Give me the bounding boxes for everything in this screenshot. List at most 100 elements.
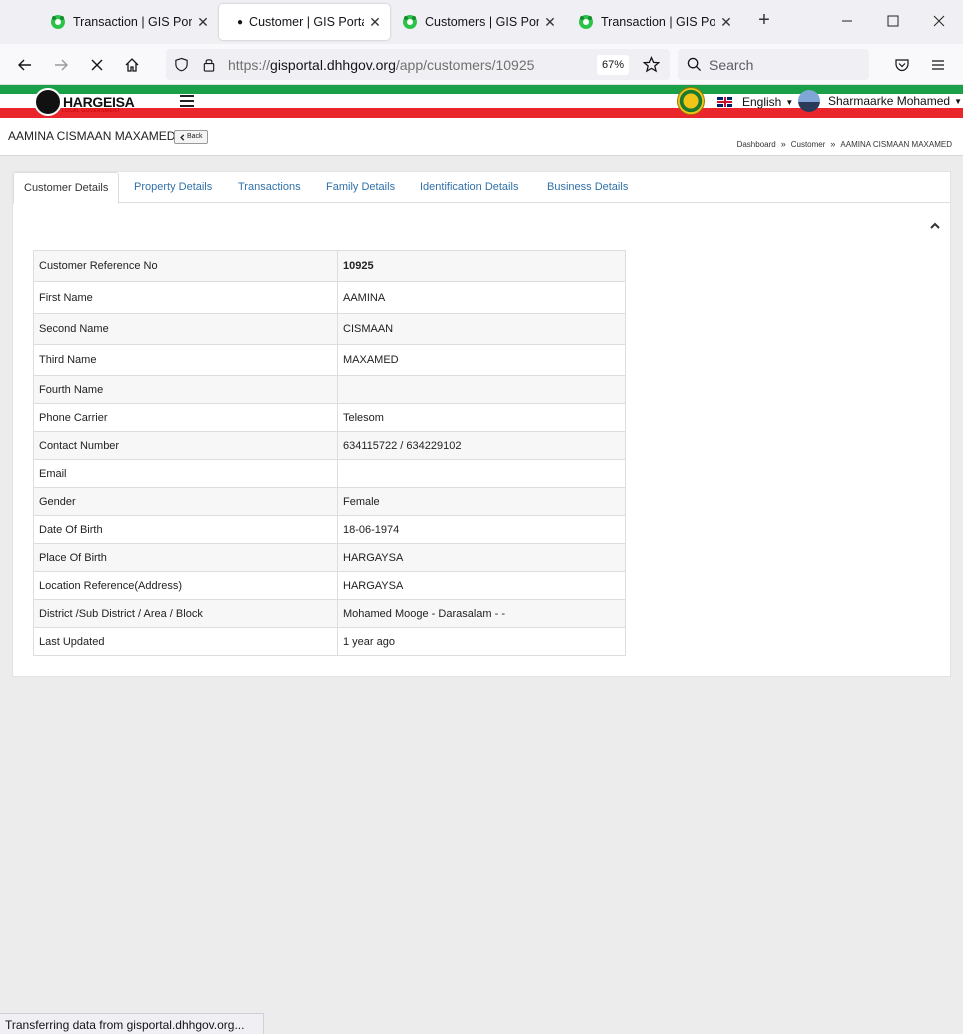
browser-tab-strip: Transaction | GIS Portal ✕ ● Customer | … [0, 0, 963, 44]
table-row: Email [33, 459, 626, 488]
detail-value: Mohamed Mooge - Darasalam - - [337, 599, 626, 628]
maximize-window-icon[interactable] [882, 10, 904, 32]
collapse-chevron-up-icon[interactable] [930, 220, 940, 230]
browser-status-bar: Transferring data from gisportal.dhhgov.… [0, 1013, 264, 1034]
close-tab-icon[interactable]: ✕ [719, 14, 733, 31]
browser-menu-icon[interactable] [926, 53, 950, 77]
bookmark-star-icon[interactable] [643, 56, 660, 73]
browser-tab-title: Transaction | GIS Portal [601, 15, 715, 29]
breadcrumb-separator-icon: » [830, 139, 836, 149]
detail-value: 10925 [337, 250, 626, 282]
table-row: District /Sub District / Area / Block Moh… [33, 599, 626, 628]
logo-subtext: LOCAL GOVERNMENT [62, 108, 121, 114]
detail-label: Customer Reference No [33, 250, 338, 282]
detail-value: HARGAYSA [337, 543, 626, 572]
detail-value: Female [337, 487, 626, 516]
table-row: Location Reference(Address) HARGAYSA [33, 571, 626, 600]
customer-details-card: Customer Details Property Details Transa… [12, 171, 951, 677]
detail-label: Second Name [33, 313, 338, 345]
breadcrumb-customer[interactable]: Customer [791, 140, 826, 149]
page-title: AAMINA CISMAAN MAXAMED [8, 129, 176, 143]
hargeisa-logo[interactable]: HARGEISA LOCAL GOVERNMENT [34, 88, 135, 116]
browser-tab-transaction-1[interactable]: Transaction | GIS Portal ✕ [50, 4, 210, 40]
breadcrumb-separator-icon: » [780, 139, 786, 149]
pocket-icon[interactable] [890, 53, 914, 77]
detail-value: HARGAYSA [337, 571, 626, 600]
table-row: Second Name CISMAAN [33, 313, 626, 345]
zoom-level-badge[interactable]: 67% [597, 55, 629, 75]
sidebar-toggle-menu-icon[interactable] [180, 95, 194, 107]
detail-label: District /Sub District / Area / Block [33, 599, 338, 628]
gis-portal-favicon-icon [51, 15, 65, 29]
tab-property-details[interactable]: Property Details [134, 172, 212, 203]
back-button-label: Back [187, 133, 203, 140]
table-row: Gender Female [33, 487, 626, 516]
url-text[interactable]: https://gisportal.dhhgov.org/app/custome… [228, 57, 534, 73]
language-label: English [742, 95, 782, 109]
gis-portal-favicon-icon [403, 15, 417, 29]
table-row: Customer Reference No 10925 [33, 250, 626, 282]
detail-value: CISMAAN [337, 313, 626, 345]
table-row: Place Of Birth HARGAYSA [33, 543, 626, 572]
page-title-bar: AAMINA CISMAAN MAXAMED Back Dashboard » … [0, 118, 963, 156]
logo-emblem-icon [34, 88, 62, 116]
lock-icon[interactable] [202, 57, 216, 72]
detail-value: MAXAMED [337, 344, 626, 376]
detail-label: Third Name [33, 344, 338, 376]
back-button[interactable]: Back [174, 130, 208, 144]
detail-label: Contact Number [33, 431, 338, 460]
detail-tabs: Customer Details Property Details Transa… [13, 172, 950, 204]
browser-tab-customer[interactable]: ● Customer | GIS Portal ✕ [219, 4, 390, 40]
close-window-icon[interactable] [928, 10, 950, 32]
table-row: Phone Carrier Telesom [33, 403, 626, 432]
close-tab-icon[interactable]: ✕ [543, 14, 557, 31]
browser-tab-title: Customers | GIS Portal [425, 15, 539, 29]
browser-tab-customers[interactable]: Customers | GIS Portal ✕ [402, 4, 557, 40]
browser-nav-bar: https://gisportal.dhhgov.org/app/custome… [0, 44, 963, 85]
tab-identification-details[interactable]: Identification Details [420, 172, 518, 203]
tab-family-details[interactable]: Family Details [326, 172, 395, 203]
table-row: First Name AAMINA [33, 281, 626, 314]
table-row: Date Of Birth 18-06-1974 [33, 515, 626, 544]
stop-loading-icon[interactable] [85, 53, 109, 77]
url-path: /app/customers/10925 [395, 57, 535, 73]
search-bar[interactable]: Search [678, 49, 869, 80]
breadcrumb: Dashboard » Customer » AAMINA CISMAAN MA… [737, 139, 952, 149]
breadcrumb-current: AAMINA CISMAAN MAXAMED [840, 139, 952, 149]
shield-icon[interactable] [174, 57, 189, 72]
home-icon[interactable] [120, 53, 144, 77]
minimize-window-icon[interactable] [836, 10, 858, 32]
user-menu[interactable]: Sharmaarke Mohamed ▼ [798, 90, 962, 112]
browser-tab-title: Transaction | GIS Portal [73, 15, 192, 29]
avatar [798, 90, 820, 112]
breadcrumb-dashboard[interactable]: Dashboard [737, 140, 776, 149]
new-tab-plus-icon[interactable]: + [753, 10, 775, 32]
table-row: Fourth Name [33, 375, 626, 404]
close-tab-icon[interactable]: ✕ [368, 14, 382, 31]
tab-business-details[interactable]: Business Details [547, 172, 628, 203]
site-header: HARGEISA LOCAL GOVERNMENT English ▼ Shar… [0, 85, 963, 118]
government-seal-icon [677, 87, 705, 115]
detail-value [337, 375, 626, 404]
table-row: Contact Number 634115722 / 634229102 [33, 431, 626, 460]
chevron-left-icon [180, 133, 185, 141]
table-row: Third Name MAXAMED [33, 344, 626, 376]
forward-arrow-icon[interactable] [49, 53, 73, 77]
browser-tab-transaction-2[interactable]: Transaction | GIS Portal ✕ [578, 4, 733, 40]
tab-customer-details[interactable]: Customer Details [13, 172, 120, 204]
url-bar[interactable]: https://gisportal.dhhgov.org/app/custome… [166, 49, 670, 80]
detail-label: Date Of Birth [33, 515, 338, 544]
tab-transactions[interactable]: Transactions [238, 172, 301, 203]
detail-label: Gender [33, 487, 338, 516]
loading-dot-icon: ● [237, 16, 244, 28]
close-tab-icon[interactable]: ✕ [196, 14, 210, 31]
gis-portal-favicon-icon [579, 15, 593, 29]
language-selector[interactable]: English ▼ [717, 95, 793, 109]
search-placeholder: Search [709, 57, 754, 73]
caret-down-icon: ▼ [954, 96, 962, 106]
detail-value: 1 year ago [337, 627, 626, 656]
user-name: Sharmaarke Mohamed [828, 94, 951, 108]
detail-value: 18-06-1974 [337, 515, 626, 544]
back-arrow-icon[interactable] [13, 53, 37, 77]
detail-label: Email [33, 459, 338, 488]
